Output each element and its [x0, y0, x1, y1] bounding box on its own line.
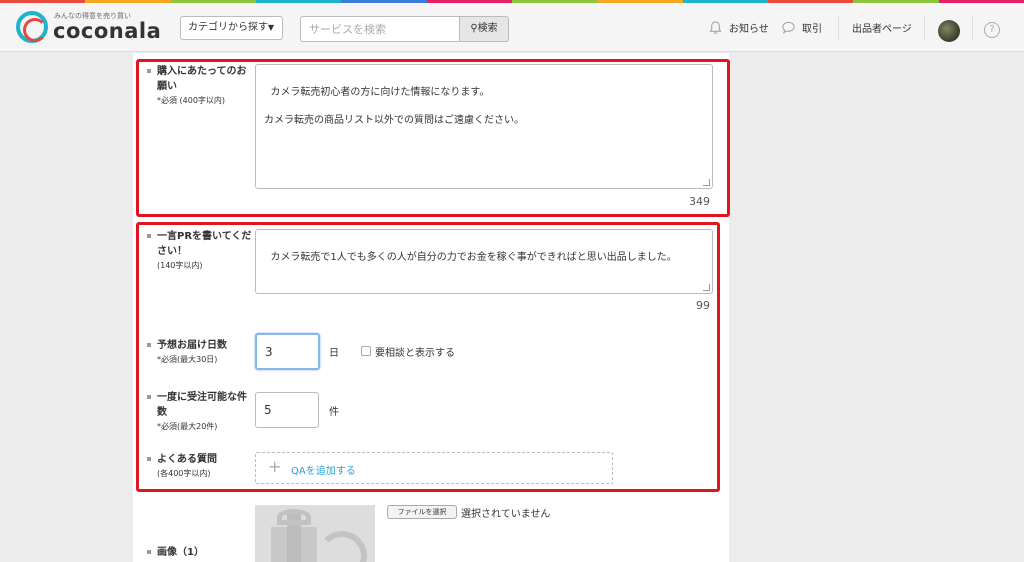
delivery-requirement: *必須(最大30日): [157, 355, 218, 364]
search-icon: ⚲: [470, 23, 478, 34]
notes-textarea[interactable]: カメラ転売初心者の方に向けた情報になります。 カメラ転売の商品リスト以外での質問…: [255, 64, 713, 189]
nav-seller-page-label: 出品者ページ: [852, 24, 912, 35]
caret-down-icon: ▼: [267, 23, 274, 32]
nav-seller-page[interactable]: 出品者ページ: [852, 20, 912, 35]
category-dropdown[interactable]: カテゴリから探す ▼: [180, 16, 283, 40]
faq-requirement: (各400字以内): [157, 469, 211, 478]
search-input[interactable]: [300, 16, 460, 42]
notes-text: カメラ転売初心者の方に向けた情報になります。 カメラ転売の商品リスト以外での質問…: [264, 87, 524, 126]
logo[interactable]: みんなの得意を売り買い coconala: [16, 9, 166, 45]
notes-requirement: *必須 (400字以内): [157, 96, 226, 105]
logo-text: coconala: [53, 19, 162, 43]
help-icon[interactable]: ?: [984, 22, 1000, 38]
notes-label: 購入にあたってのお願い *必須 (400字以内): [147, 64, 253, 108]
category-label: カテゴリから探す: [188, 22, 268, 33]
pr-label-text: 一言PRを書いてください！: [157, 231, 252, 257]
image-placeholder: [255, 505, 375, 562]
pr-requirement: (140字以内): [157, 261, 203, 270]
faq-label-text: よくある質問: [157, 454, 217, 465]
nav-notifications[interactable]: お知らせ: [708, 20, 769, 35]
nav-transactions-label: 取引: [802, 24, 822, 35]
capacity-value: 5: [264, 403, 272, 417]
gift-arc: [317, 531, 367, 562]
pr-textarea[interactable]: カメラ転売で1人でも多くの人が自分の力でお金を稼ぐ事ができればと思い出品しました…: [255, 229, 713, 294]
choose-file-button[interactable]: ファイルを選択: [387, 505, 457, 519]
pr-text: カメラ転売で1人でも多くの人が自分の力でお金を稼ぐ事ができればと思い出品しました…: [270, 252, 677, 263]
nav-divider: [924, 17, 925, 39]
site-header: みんなの得意を売り買い coconala カテゴリから探す ▼ ⚲検索 お知らせ…: [0, 3, 1024, 52]
image-label-text: 画像（1）: [157, 547, 204, 558]
resize-handle-icon[interactable]: [703, 284, 710, 291]
chat-icon: [782, 21, 795, 34]
add-qa-link[interactable]: QAを追加する: [291, 462, 356, 477]
plus-icon: +: [268, 457, 282, 476]
faq-label: よくある質問 (各400字以内): [147, 452, 253, 481]
pr-char-count: 99: [696, 299, 710, 312]
capacity-input[interactable]: 5: [255, 392, 319, 428]
avatar[interactable]: [938, 20, 960, 42]
delivery-unit: 日: [329, 348, 339, 359]
file-status: 選択されていません: [461, 509, 551, 520]
capacity-unit: 件: [329, 407, 339, 418]
delivery-days-value: 3: [265, 344, 273, 359]
delivery-days-input[interactable]: 3: [255, 333, 320, 370]
image-label: 画像（1）: [147, 545, 253, 560]
bell-icon: [709, 21, 722, 34]
notes-char-count: 349: [689, 195, 710, 208]
nav-transactions[interactable]: 取引: [781, 20, 822, 35]
add-qa-button[interactable]: + QAを追加する: [255, 452, 613, 484]
consult-checkbox-label[interactable]: 要相談と表示する: [375, 344, 455, 359]
pr-label: 一言PRを書いてください！ (140字以内): [147, 229, 253, 273]
nav-divider: [972, 17, 973, 39]
gift-bow: [277, 509, 311, 525]
capacity-requirement: *必須(最大20件): [157, 422, 218, 431]
delivery-label-text: 予想お届け日数: [157, 340, 227, 351]
nav-notifications-label: お知らせ: [729, 24, 769, 35]
capacity-label-text: 一度に受注可能な件数: [157, 392, 247, 418]
search-button[interactable]: ⚲検索: [459, 16, 509, 42]
search-button-label: 検索: [477, 23, 498, 34]
notes-label-text: 購入にあたってのお願い: [157, 66, 247, 92]
delivery-label: 予想お届け日数 *必須(最大30日): [147, 338, 253, 367]
logo-icon: [16, 11, 48, 43]
consult-checkbox[interactable]: [361, 346, 371, 356]
capacity-label: 一度に受注可能な件数 *必須(最大20件): [147, 390, 253, 434]
resize-handle-icon[interactable]: [703, 179, 710, 186]
nav-divider: [838, 17, 839, 39]
